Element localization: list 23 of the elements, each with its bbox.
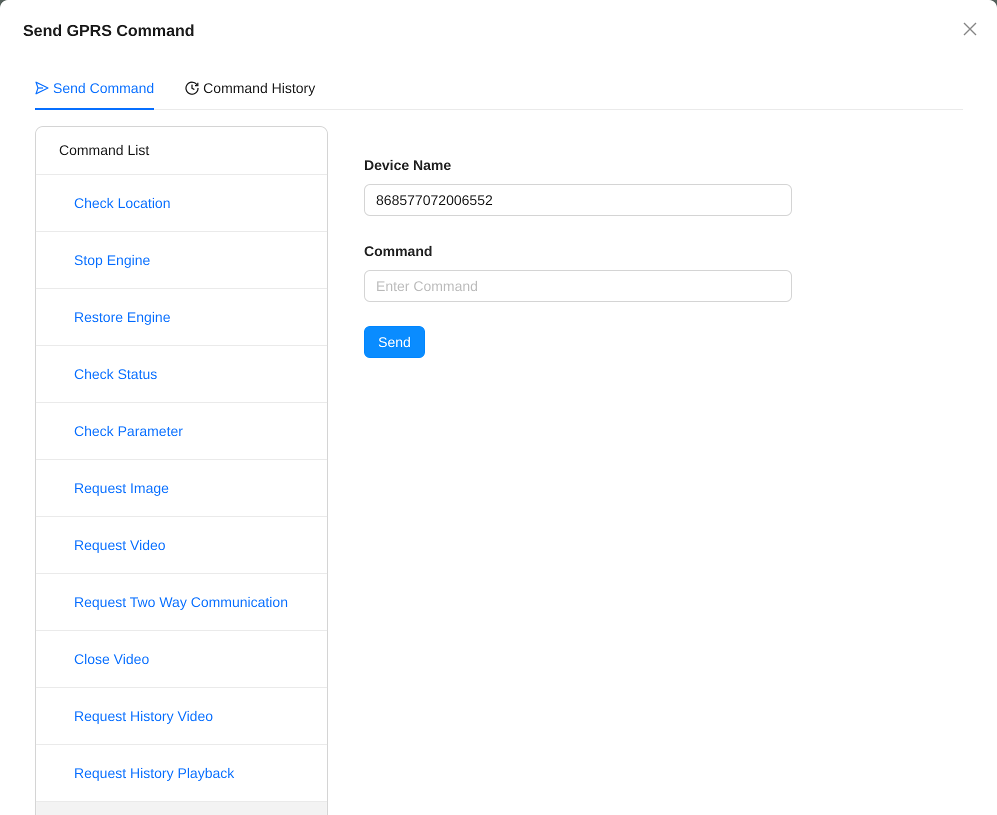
close-icon <box>963 22 977 36</box>
send-button[interactable]: Send <box>364 326 425 358</box>
input-field[interactable]: Enter Command <box>364 270 792 302</box>
command-list-item[interactable]: Check Location <box>36 174 327 231</box>
command-list-item[interactable]: Restore Engine <box>36 288 327 345</box>
command-list-item[interactable]: Request Image <box>36 459 327 516</box>
field-label: Command <box>364 242 434 261</box>
command-list-item[interactable]: Request Video <box>36 516 327 573</box>
command-list-item[interactable]: Close Video <box>36 630 327 687</box>
paper-plane-icon <box>35 80 49 94</box>
command-list-item[interactable]: Check Status <box>36 345 327 402</box>
input-field[interactable]: 868577072006552 <box>364 184 792 216</box>
command-list-item[interactable]: Stop Engine <box>36 231 327 288</box>
tab[interactable]: Command History <box>185 66 316 110</box>
dialog-title: Send GPRS Command <box>23 22 195 42</box>
command-list-item[interactable]: Request History Video <box>36 687 327 744</box>
close-button[interactable] <box>963 22 977 36</box>
command-list-item[interactable]: Request Two Way Communication <box>36 573 327 630</box>
command-list-item[interactable]: Check Parameter <box>36 402 327 459</box>
field-label: Device Name <box>364 156 452 175</box>
tab[interactable]: Send Command <box>35 66 154 110</box>
list-header: Command List <box>58 141 150 160</box>
clock-icon <box>185 80 200 94</box>
